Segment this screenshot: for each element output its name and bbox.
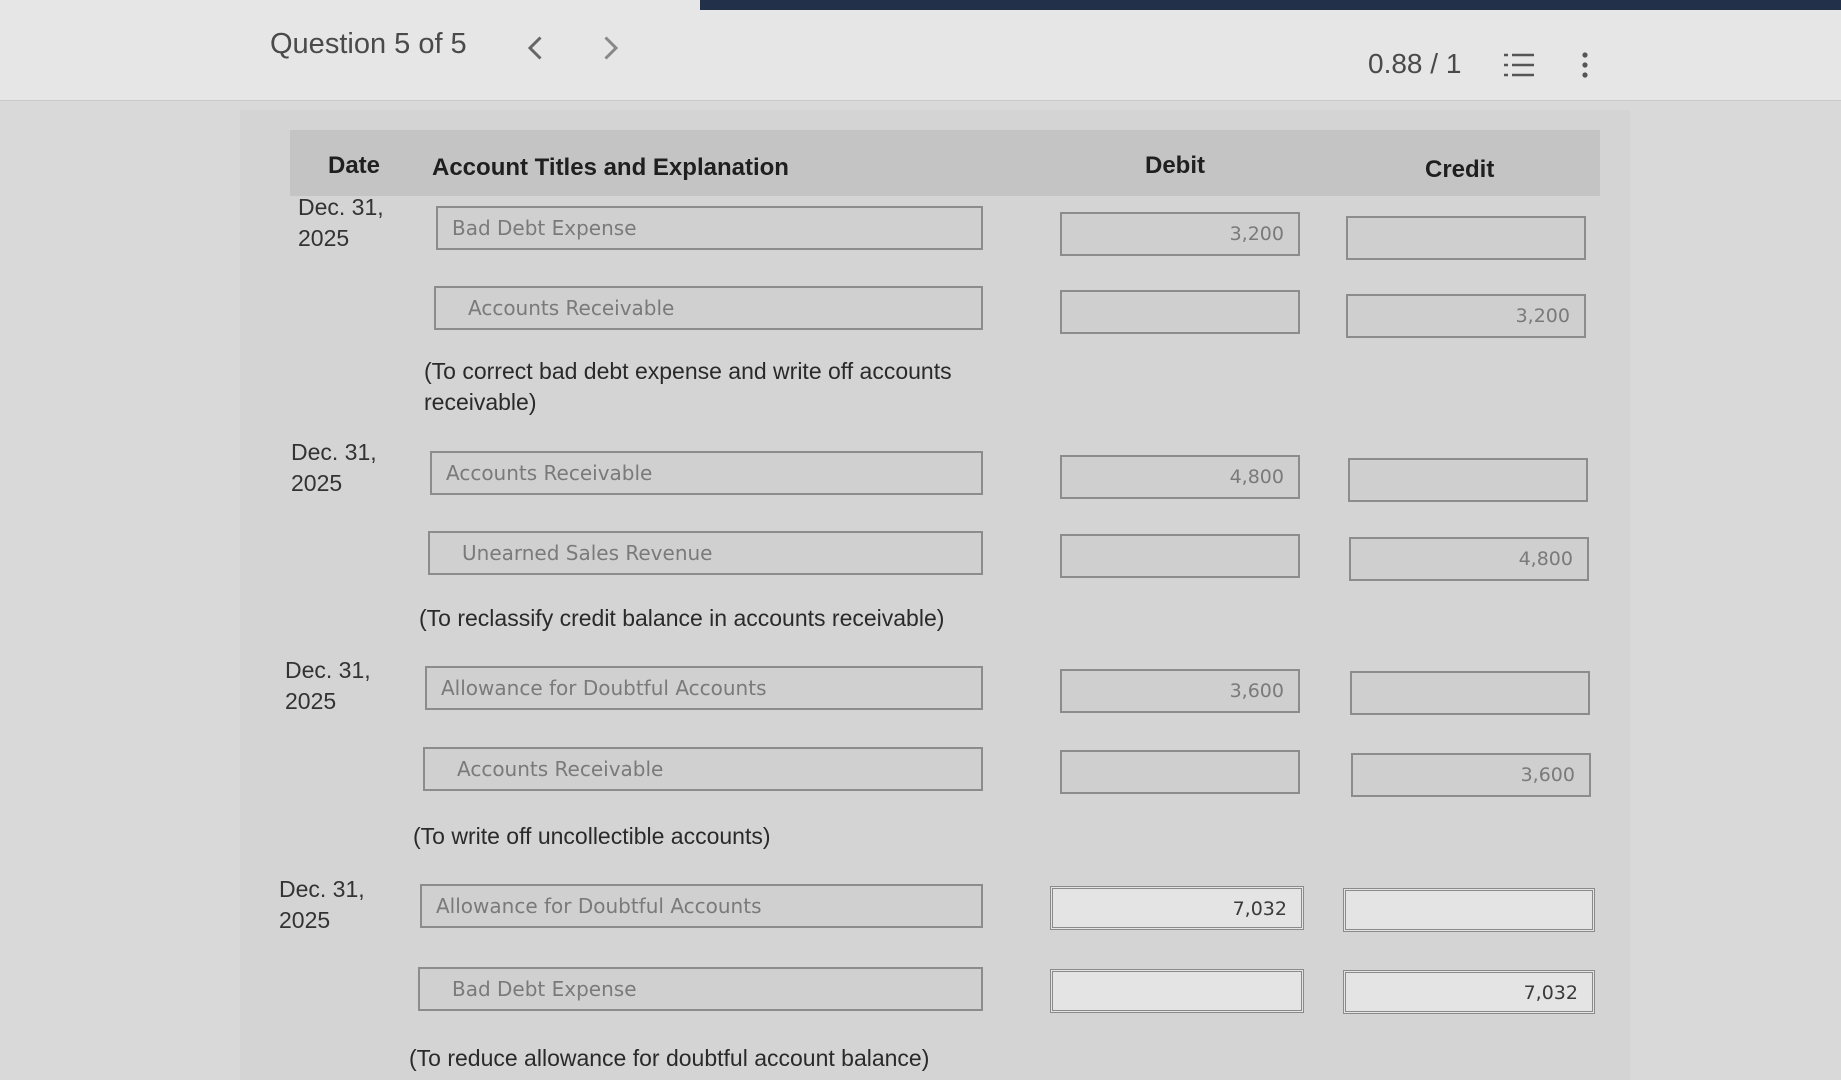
entry-4-explanation: (To reduce allowance for doubtful accoun… [409,1045,930,1071]
entry-3-row-1-account-field[interactable]: Allowance for Doubtful Accounts [425,666,983,710]
debit-column-header: Debit [1145,152,1205,179]
entry-1-row-1-account-field[interactable]: Bad Debt Expense [436,206,983,250]
entry-1-explanation: (To correct bad debt expense and write o… [424,358,952,415]
entry-3-row-2-credit-field[interactable]: 3,600 [1351,753,1591,797]
chevron-left-icon [527,36,542,60]
entry-3-row-2-account-field[interactable]: Accounts Receivable [423,747,983,791]
entry-3-explanation: (To write off uncollectible accounts) [413,823,771,849]
entry-4-date: Dec. 31, 2025 [279,876,365,933]
entry-4-row-1-account-field[interactable]: Allowance for Doubtful Accounts [420,884,983,928]
entry-1-row-1-credit-field[interactable] [1346,216,1586,260]
entry-4-row-2-debit-field[interactable] [1050,969,1304,1013]
question-list-button[interactable] [1502,50,1536,80]
previous-question-button[interactable] [518,30,554,66]
top-accent-strip [700,0,1841,10]
chevron-right-icon [604,36,619,60]
entry-4-row-1-debit-field[interactable]: 7,032 [1050,886,1304,930]
entry-3-date: Dec. 31, 2025 [285,657,371,714]
more-options-button[interactable] [1570,50,1600,80]
next-question-button[interactable] [592,30,628,66]
entry-2-row-1-credit-field[interactable] [1348,458,1588,502]
score-display: 0.88 / 1 [1368,48,1462,79]
entry-2-date: Dec. 31, 2025 [291,439,377,496]
entry-1-row-2-debit-field[interactable] [1060,290,1300,334]
entry-3-row-2-debit-field[interactable] [1060,750,1300,794]
entry-2-row-2-account-field[interactable]: Unearned Sales Revenue [428,531,983,575]
list-icon [1504,53,1534,77]
account-column-header: Account Titles and Explanation [432,154,789,181]
entry-2-row-1-debit-field[interactable]: 4,800 [1060,455,1300,499]
entry-1-row-2-credit-field[interactable]: 3,200 [1346,294,1586,338]
entry-1-row-1-debit-field[interactable]: 3,200 [1060,212,1300,256]
entry-4-row-1-credit-field[interactable] [1343,888,1595,932]
entry-2-row-1-account-field[interactable]: Accounts Receivable [430,451,983,495]
entry-4-row-2-credit-field[interactable]: 7,032 [1343,970,1595,1014]
more-vertical-icon [1582,52,1588,78]
entry-2-row-2-credit-field[interactable]: 4,800 [1349,537,1589,581]
top-bar: Question 5 of 5 0.88 / 1 [0,0,1841,101]
date-column-header: Date [328,152,381,179]
credit-column-header: Credit [1425,156,1495,183]
journal-table-header: Date Account Titles and Explanation Debi… [290,130,1600,196]
entry-3-row-1-credit-field[interactable] [1350,671,1590,715]
entry-4-row-2-account-field[interactable]: Bad Debt Expense [418,967,983,1011]
entry-2-explanation: (To reclassify credit balance in account… [419,605,945,631]
question-label: Question 5 of 5 [270,28,467,60]
entry-1-row-2-account-field[interactable]: Accounts Receivable [434,286,983,330]
entry-1-date: Dec. 31, 2025 [298,194,384,251]
entry-2-row-2-debit-field[interactable] [1060,534,1300,578]
entry-3-row-1-debit-field[interactable]: 3,600 [1060,669,1300,713]
